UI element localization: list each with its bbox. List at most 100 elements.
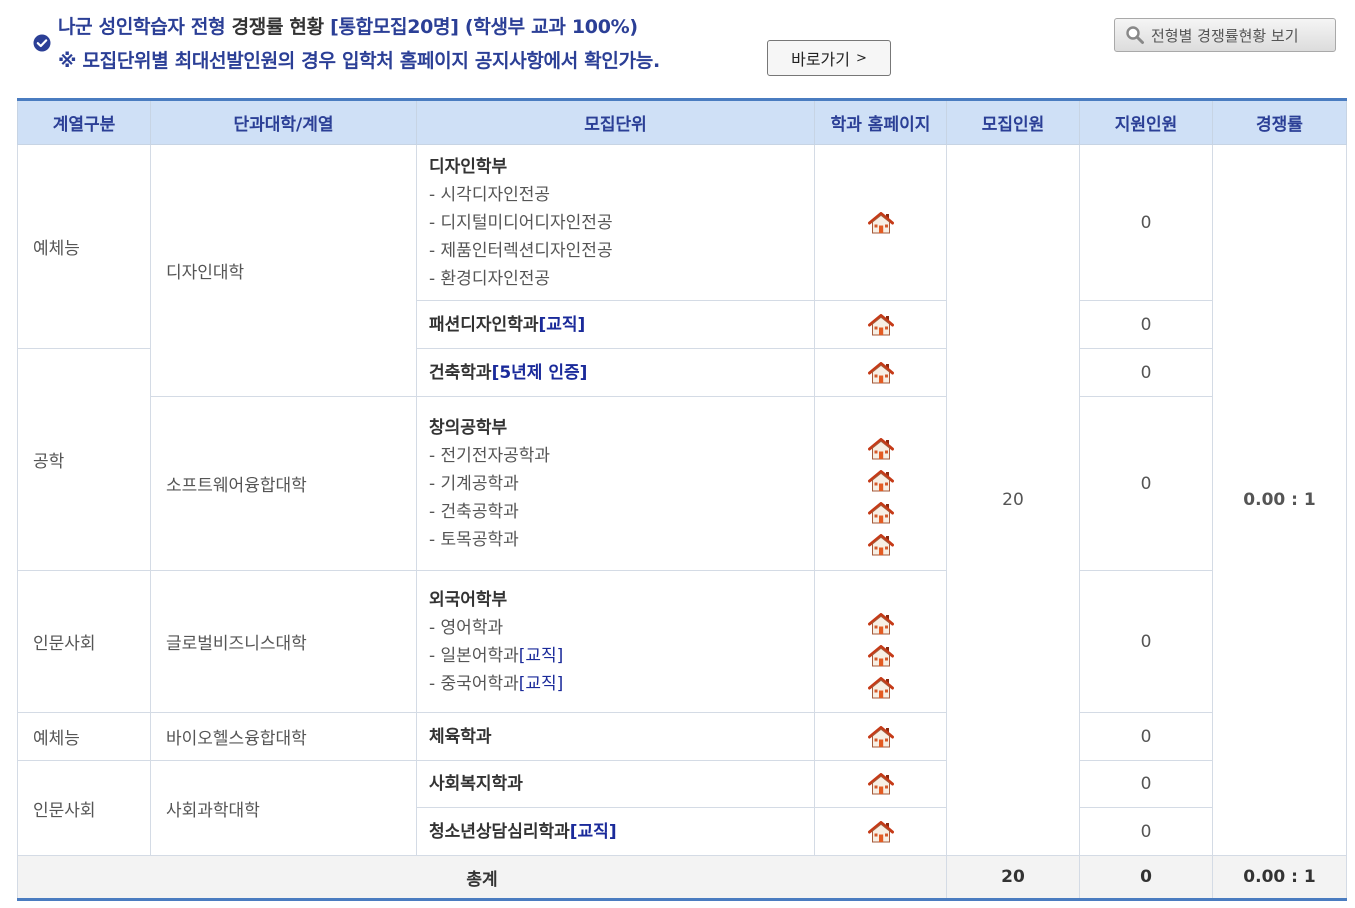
unit-cell: 디자인학부 - 시각디자인전공 - 디지털미디어디자인전공 - 제품인터렉션디자… [416, 144, 815, 301]
total-ratio: 0.00 : 1 [1212, 855, 1347, 900]
unit-tag: [교직] [518, 673, 564, 694]
unit-sub-text: - 중국어학과 [429, 673, 519, 694]
header-college: 단과대학/계열 [150, 99, 417, 145]
unit-title: 사회복지학과 [429, 774, 523, 794]
table-row: 인문사회 사회과학대학 사회복지학과 0 [17, 760, 1347, 856]
chevron-right-icon: > [855, 50, 867, 66]
unit-cell: 창의공학부 - 전기전자공학과 - 기계공학과 - 건축공학과 - 토목공학과 [416, 396, 815, 571]
unit-title: 창의공학부 [429, 417, 508, 438]
unit-sub-item: - 기계공학과 [429, 473, 519, 494]
table-row: 예체능 디자인대학 디자인학부 - 시각디자인전공 - 디지털미디어디자인전공 … [17, 144, 1347, 856]
category-cell: 예체능 [17, 144, 151, 349]
category-cell: 예체능 [17, 712, 151, 761]
college-cell: 사회과학대학 [150, 760, 417, 856]
unit-sub-item: - 전기전자공학과 [429, 445, 551, 466]
page-header: 나군 성인학습자 전형 경쟁률 현황 [통합모집20명] (학생부 교과 100… [0, 0, 1355, 95]
unit-title: 체육학과 [429, 726, 492, 747]
unit-sub-text: - 일본어학과 [429, 645, 519, 666]
college-cell: 글로벌비즈니스대학 [150, 570, 417, 713]
unit-cell: 사회복지학과 [416, 760, 815, 808]
header-quota: 모집인원 [946, 99, 1080, 145]
unit-sub-item: - 건축공학과 [429, 501, 519, 522]
unit-title: 건축학과 [429, 363, 492, 383]
homepage-cell [814, 348, 947, 397]
unit-cell: 체육학과 [416, 712, 815, 761]
home-icon[interactable] [868, 645, 894, 667]
home-icon[interactable] [868, 362, 894, 384]
view-competition-button[interactable]: 전형별 경쟁률현황 보기 [1114, 18, 1336, 52]
home-icon[interactable] [868, 438, 894, 460]
homepage-cell [814, 570, 947, 713]
goto-label: 바로가기 [791, 50, 850, 69]
header-unit: 모집단위 [416, 99, 815, 145]
unit-tag: [교직] [569, 822, 617, 842]
unit-title: 청소년상담심리학과 [429, 822, 570, 842]
category-cell: 인문사회 [17, 760, 151, 856]
college-cell: 바이오헬스융합대학 [150, 712, 417, 761]
college-cell: 디자인대학 [150, 144, 417, 397]
applicants-cell: 0 [1079, 712, 1213, 761]
total-applicants: 0 [1079, 855, 1213, 900]
applicants-cell: 0 [1079, 570, 1213, 713]
unit-title: 외국어학부 [429, 589, 508, 610]
table-row: 인문사회 글로벌비즈니스대학 외국어학부 - 영어학과 - 일본어학과[교직] … [17, 570, 1347, 713]
homepage-cell [814, 807, 947, 856]
unit-tag: [5년제 인증] [491, 363, 588, 383]
unit-sub-item: - 환경디자인전공 [429, 268, 551, 289]
applicants-cell: 0 [1079, 760, 1213, 808]
title-part-3: [통합모집20명] (학생부 교과 100%) [323, 16, 638, 38]
page-title: 나군 성인학습자 전형 경쟁률 현황 [통합모집20명] (학생부 교과 100… [58, 12, 638, 39]
homepage-cell [814, 396, 947, 571]
applicants-cell: 0 [1079, 300, 1213, 349]
unit-title: 패션디자인학과 [429, 315, 539, 335]
home-icon[interactable] [868, 773, 894, 795]
unit-sub-item: - 제품인터렉션디자인전공 [429, 240, 613, 261]
home-icon[interactable] [868, 726, 894, 748]
table-row: 소프트웨어융합대학 창의공학부 - 전기전자공학과 - 기계공학과 - 건축공학… [18, 396, 1347, 571]
ratio-cell: 0.00 : 1 [1212, 144, 1347, 856]
homepage-cell [814, 300, 947, 349]
title-part-2: 경쟁률 현황 [231, 16, 325, 38]
goto-button[interactable]: 바로가기 > [767, 40, 891, 76]
unit-sub-item: - 중국어학과[교직] [429, 670, 814, 698]
header-category: 계열구분 [17, 99, 151, 145]
unit-cell: 청소년상담심리학과[교직] [416, 807, 815, 856]
home-icon[interactable] [868, 613, 894, 635]
unit-sub-item: - 디지털미디어디자인전공 [429, 212, 613, 233]
applicants-cell: 0 [1079, 348, 1213, 397]
header-applicants: 지원인원 [1079, 99, 1213, 145]
home-icon[interactable] [868, 534, 894, 556]
unit-tag: [교직] [518, 645, 564, 666]
unit-cell: 패션디자인학과[교직] [416, 300, 815, 349]
category-cell: 인문사회 [17, 570, 151, 713]
applicants-cell: 0 [1079, 807, 1213, 856]
check-circle-icon [33, 34, 51, 52]
search-icon [1126, 26, 1144, 44]
home-icon[interactable] [868, 212, 894, 234]
total-quota: 20 [946, 855, 1080, 900]
home-icon[interactable] [868, 677, 894, 699]
unit-cell: 건축학과[5년제 인증] [416, 348, 815, 397]
competition-table: 계열구분 단과대학/계열 모집단위 학과 홈페이지 모집인원 지원인원 경쟁률 … [17, 98, 1347, 901]
home-icon[interactable] [868, 502, 894, 524]
quota-cell: 20 [946, 144, 1080, 856]
applicants-cell: 0 [1079, 144, 1213, 301]
homepage-cell [814, 712, 947, 761]
home-icon[interactable] [868, 821, 894, 843]
view-button-label: 전형별 경쟁률현황 보기 [1151, 26, 1299, 45]
home-icon[interactable] [868, 314, 894, 336]
unit-cell: 외국어학부 - 영어학과 - 일본어학과[교직] - 중국어학과[교직] [416, 570, 815, 713]
table-row: 예체능 바이오헬스융합대학 체육학과 0 [17, 712, 1347, 761]
header-ratio: 경쟁률 [1212, 99, 1347, 145]
total-label: 총계 [17, 855, 947, 900]
total-row: 총계 20 0 0.00 : 1 [17, 855, 1347, 900]
college-cell: 소프트웨어융합대학 [150, 396, 417, 571]
homepage-cell [814, 760, 947, 808]
notice-text: ※ 모집단위별 최대선발인원의 경우 입학처 홈페이지 공지사항에서 확인가능. [58, 50, 660, 72]
homepage-cell [814, 144, 947, 301]
home-icon[interactable] [868, 470, 894, 492]
unit-sub-item: - 토목공학과 [429, 529, 519, 550]
table-header-row: 계열구분 단과대학/계열 모집단위 학과 홈페이지 모집인원 지원인원 경쟁률 [17, 99, 1347, 145]
unit-sub-item: - 일본어학과[교직] [429, 642, 814, 670]
header-homepage: 학과 홈페이지 [814, 99, 947, 145]
